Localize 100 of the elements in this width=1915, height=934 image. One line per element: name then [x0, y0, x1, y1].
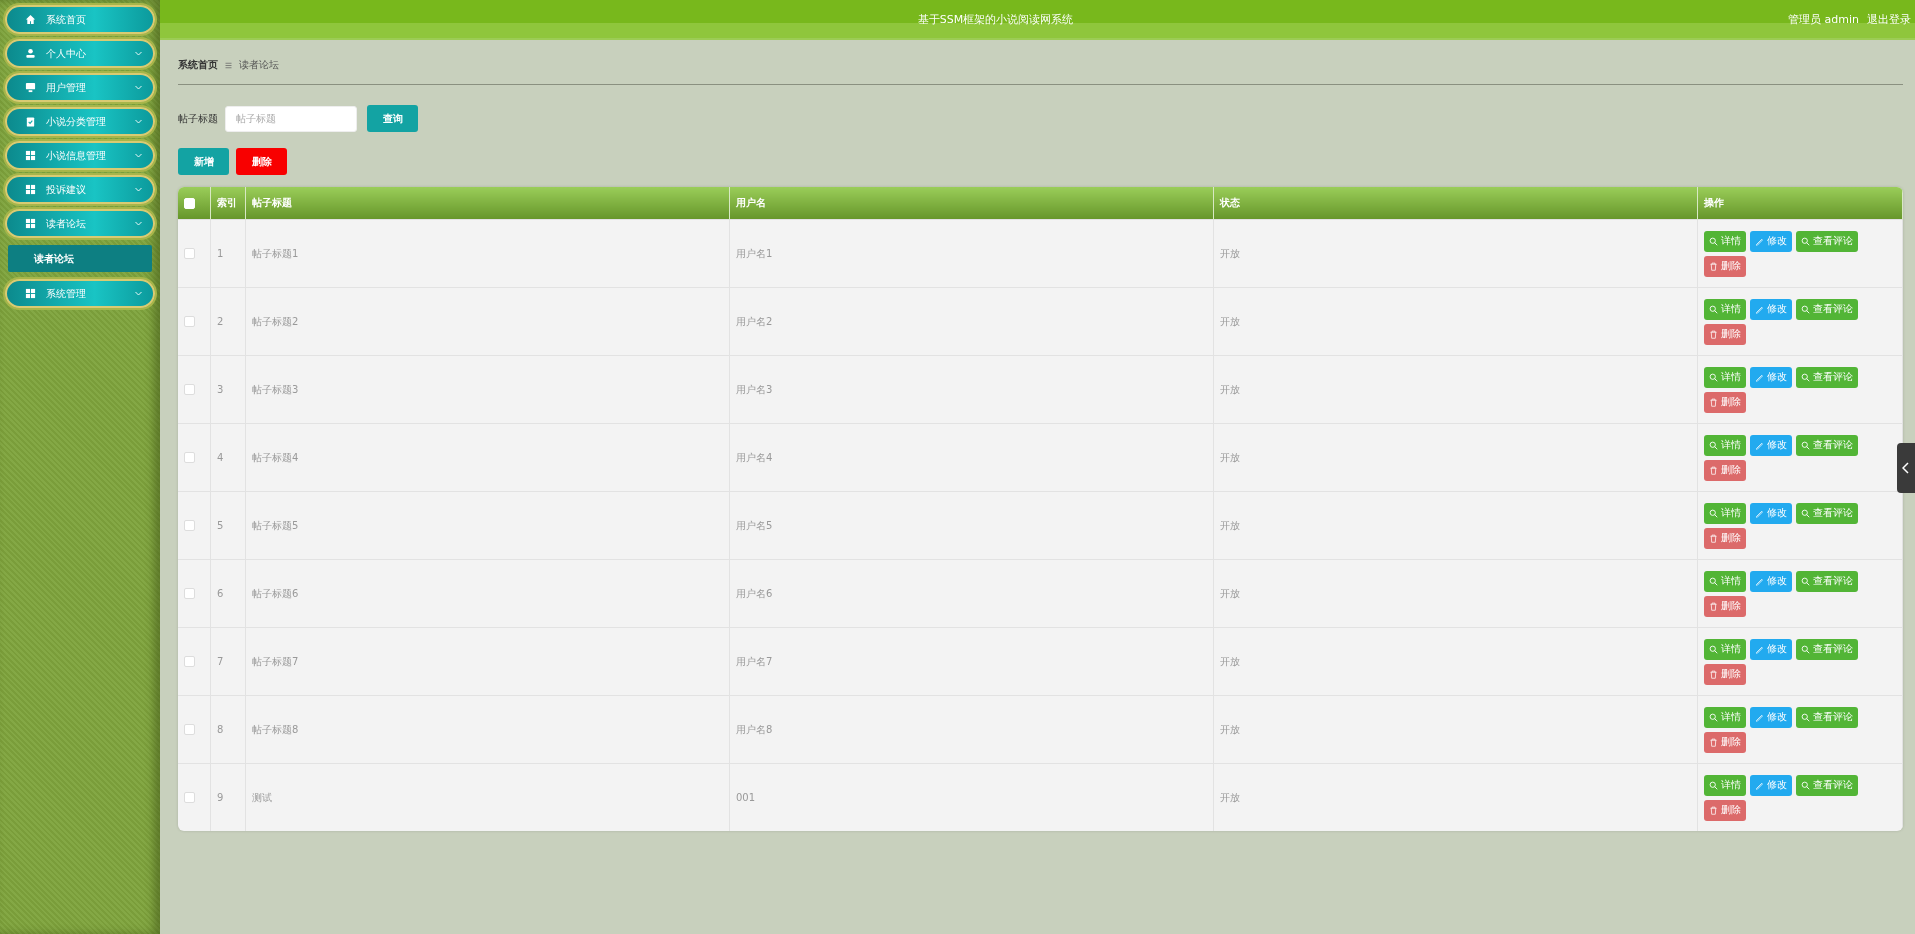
- view-button[interactable]: 查看评论: [1796, 502, 1858, 524]
- view-button[interactable]: 详情: [1704, 706, 1746, 728]
- grid-icon: [25, 150, 36, 161]
- view-button[interactable]: 查看评论: [1796, 706, 1858, 728]
- delete-button[interactable]: 删除: [1704, 595, 1746, 617]
- trash-icon: [1709, 397, 1718, 407]
- table-cell: 帖子标题6: [252, 587, 299, 599]
- view-button[interactable]: 详情: [1704, 502, 1746, 524]
- edit-button[interactable]: 修改: [1750, 434, 1792, 456]
- sidebar-item[interactable]: 读者论坛: [5, 209, 155, 238]
- sidebar-item[interactable]: 个人中心: [5, 39, 155, 68]
- view-button[interactable]: 查看评论: [1796, 434, 1858, 456]
- checkbox[interactable]: [184, 656, 195, 668]
- view-button[interactable]: 查看评论: [1796, 570, 1858, 592]
- breadcrumb-item[interactable]: 系统首页: [178, 58, 218, 72]
- table-cell: 开放: [1220, 315, 1240, 327]
- view-button[interactable]: 查看评论: [1796, 774, 1858, 796]
- edit-button[interactable]: 修改: [1750, 706, 1792, 728]
- view-button[interactable]: 详情: [1704, 230, 1746, 252]
- search-icon: [1709, 576, 1718, 586]
- view-button[interactable]: 查看评论: [1796, 366, 1858, 388]
- view-button[interactable]: 详情: [1704, 570, 1746, 592]
- table-cell: 用户名7: [736, 655, 773, 667]
- table-cell: 开放: [1220, 451, 1240, 463]
- table-cell: 2: [217, 316, 224, 327]
- search-icon: [1709, 712, 1718, 722]
- checkbox[interactable]: [184, 452, 195, 464]
- search-icon: [1709, 372, 1718, 382]
- logout-link[interactable]: 退出登录: [1867, 11, 1911, 27]
- view-button[interactable]: 详情: [1704, 298, 1746, 320]
- view-button[interactable]: 查看评论: [1796, 298, 1858, 320]
- search-icon: [1801, 372, 1810, 382]
- view-button[interactable]: 详情: [1704, 366, 1746, 388]
- table-cell: 开放: [1220, 655, 1240, 667]
- chevron-down-icon: [134, 117, 143, 126]
- view-button[interactable]: 详情: [1704, 774, 1746, 796]
- checkbox[interactable]: [184, 384, 195, 396]
- sidebar-item[interactable]: 小说分类管理: [5, 107, 155, 136]
- sidebar-item[interactable]: 投诉建议: [5, 175, 155, 204]
- table-cell: 用户名2: [736, 315, 773, 327]
- search-icon: [1801, 236, 1810, 246]
- sidebar-item[interactable]: 用户管理: [5, 73, 155, 102]
- view-button[interactable]: 详情: [1704, 638, 1746, 660]
- delete-button[interactable]: 删除: [1704, 663, 1746, 685]
- pencil-icon: [1755, 372, 1764, 382]
- trash-icon: [1709, 533, 1718, 543]
- delete-button[interactable]: 删除: [1704, 459, 1746, 481]
- search-icon: [1709, 644, 1718, 654]
- pencil-icon: [1755, 780, 1764, 790]
- edit-button[interactable]: 修改: [1750, 366, 1792, 388]
- delete-button[interactable]: 删除: [1704, 799, 1746, 821]
- home-icon: [25, 14, 36, 25]
- checkbox[interactable]: [184, 588, 195, 600]
- delete-button[interactable]: 删除: [1704, 323, 1746, 345]
- view-button[interactable]: 查看评论: [1796, 230, 1858, 252]
- search-icon: [1801, 508, 1810, 518]
- add-button[interactable]: 新增: [178, 148, 229, 175]
- clipboard-icon: [25, 116, 36, 127]
- search-field[interactable]: 帖子标题: [225, 105, 357, 132]
- table-cell: 开放: [1220, 519, 1240, 531]
- view-button[interactable]: 查看评论: [1796, 638, 1858, 660]
- checkbox[interactable]: [184, 316, 195, 328]
- search-icon: [1709, 508, 1718, 518]
- sidebar-item[interactable]: 系统首页: [5, 5, 155, 34]
- table-cell: 3: [217, 384, 224, 395]
- search-icon: [1801, 304, 1810, 314]
- checkbox[interactable]: [184, 520, 195, 532]
- delete-button[interactable]: 删除: [1704, 391, 1746, 413]
- view-button[interactable]: 详情: [1704, 434, 1746, 456]
- edit-button[interactable]: 修改: [1750, 774, 1792, 796]
- trash-icon: [1709, 261, 1718, 271]
- edit-button[interactable]: 修改: [1750, 638, 1792, 660]
- edit-button[interactable]: 修改: [1750, 298, 1792, 320]
- edit-button[interactable]: 修改: [1750, 502, 1792, 524]
- table-cell: 用户名1: [736, 247, 773, 259]
- search-icon: [1709, 304, 1718, 314]
- chevron-down-icon: [134, 151, 143, 160]
- monitor-icon: [25, 82, 36, 93]
- table-cell: 用户名8: [736, 723, 773, 735]
- collapse-tab[interactable]: [1897, 443, 1915, 493]
- sidebar-item[interactable]: 小说信息管理: [5, 141, 155, 170]
- delete-button[interactable]: 删除: [236, 148, 287, 175]
- sidebar-item[interactable]: 系统管理: [5, 279, 155, 308]
- checkbox[interactable]: [184, 248, 195, 260]
- delete-button[interactable]: 删除: [1704, 527, 1746, 549]
- sidebar-subitem[interactable]: 读者论坛: [8, 245, 152, 272]
- edit-button[interactable]: 修改: [1750, 570, 1792, 592]
- checkbox[interactable]: [184, 724, 195, 736]
- delete-button[interactable]: 删除: [1704, 731, 1746, 753]
- search-icon: [1709, 780, 1718, 790]
- table-cell: 1: [217, 248, 224, 259]
- delete-button[interactable]: 删除: [1704, 255, 1746, 277]
- edit-button[interactable]: 修改: [1750, 230, 1792, 252]
- checkbox[interactable]: [184, 792, 195, 804]
- grid-icon: [25, 218, 36, 229]
- search-button[interactable]: 查询: [367, 105, 418, 132]
- table-cell: 4: [217, 452, 224, 463]
- search-icon: [1801, 712, 1810, 722]
- grid-icon: [25, 288, 36, 299]
- table-cell: 开放: [1220, 723, 1240, 735]
